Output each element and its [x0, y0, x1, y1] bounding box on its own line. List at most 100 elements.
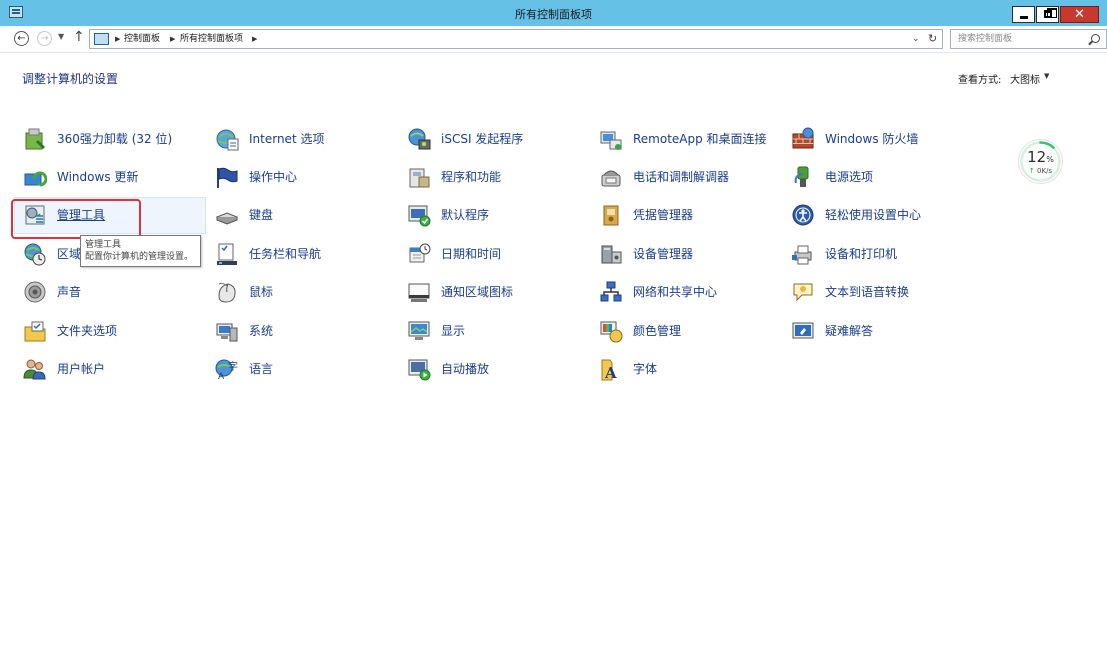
notification-icon	[407, 280, 431, 304]
control-panel-item-label: 颜色管理	[633, 324, 682, 338]
title-bar[interactable]: 所有控制面板项 ✕	[0, 0, 1107, 26]
search-icon[interactable]	[1091, 34, 1100, 43]
control-panel-item-label: 用户帐户	[57, 362, 106, 376]
control-panel-item[interactable]: 颜色管理	[599, 316, 787, 346]
tooltip-title: 管理工具	[85, 240, 122, 250]
control-panel-item[interactable]: iSCSI 发起程序	[407, 124, 595, 154]
address-field[interactable]: ▶ 控制面板 ▶ 所有控制面板项 ▶ ⌄ ↻	[89, 29, 943, 49]
forward-arrow-icon: →	[40, 33, 49, 44]
svg-text:A: A	[604, 364, 617, 381]
fonts-icon: A	[599, 357, 623, 382]
breadcrumb-separator-icon[interactable]: ▶	[170, 30, 175, 48]
control-panel-item[interactable]: 网络和共享中心	[599, 277, 787, 307]
date-time-icon	[407, 242, 431, 266]
control-panel-item[interactable]: 默认程序	[407, 200, 595, 230]
control-panel-item-label: 设备管理器	[633, 247, 694, 261]
control-panel-item-label: 声音	[57, 285, 82, 299]
control-panel-item-label: Windows 更新	[57, 170, 139, 184]
breadcrumb-separator-icon[interactable]: ▶	[252, 30, 257, 48]
control-panel-item[interactable]: 任务栏和导航	[215, 239, 403, 269]
system-icon	[215, 319, 239, 343]
control-panel-item-label: Windows 防火墙	[825, 132, 919, 146]
control-panel-item[interactable]: 文件夹选项	[23, 316, 211, 346]
control-panel-item[interactable]: 字 A 语言	[215, 354, 403, 384]
control-panel-item[interactable]: 操作中心	[215, 162, 403, 192]
close-button[interactable]: ✕	[1060, 6, 1099, 23]
minimize-button[interactable]	[1012, 6, 1035, 23]
control-panel-item-label: 自动播放	[441, 362, 490, 376]
control-panel-item-label: 键盘	[249, 208, 274, 222]
control-panel-item-label: 轻松使用设置中心	[825, 208, 922, 222]
keyboard-icon	[215, 203, 239, 227]
control-panel-item-label: 电源选项	[825, 170, 874, 184]
gauge-percent-unit: %	[1046, 155, 1054, 164]
control-panel-item[interactable]: 键盘	[215, 200, 403, 230]
restore-button[interactable]	[1036, 6, 1059, 23]
breadcrumb-all-items[interactable]: 所有控制面板项	[180, 30, 243, 48]
address-dropdown-button[interactable]: ⌄	[912, 30, 920, 48]
control-panel-window: 所有控制面板项 ✕ ← → ▼ ↑ ▶ 控制面板 ▶ 所有控制面板项 ▶ ⌄ ↻…	[0, 0, 1107, 665]
control-panel-item[interactable]: 电话和调制解调器	[599, 162, 787, 192]
view-by-dropdown[interactable]: 大图标	[1010, 71, 1040, 86]
control-panel-item-label: 语言	[249, 362, 274, 376]
network-icon	[599, 280, 623, 304]
control-panel-item[interactable]: 系统	[215, 316, 403, 346]
recent-locations-dropdown[interactable]: ▼	[58, 32, 64, 41]
phone-icon	[599, 165, 623, 189]
control-panel-item[interactable]: 设备管理器	[599, 239, 787, 269]
chevron-down-icon[interactable]: ▼	[1044, 72, 1049, 80]
control-panel-item[interactable]: 凭据管理器	[599, 200, 787, 230]
control-panel-item-label: 文件夹选项	[57, 324, 118, 338]
search-input[interactable]	[951, 30, 1086, 48]
breadcrumb-control-panel[interactable]: 控制面板	[124, 30, 160, 48]
speaker-icon	[23, 280, 47, 304]
control-panel-item[interactable]: 显示	[407, 316, 595, 346]
control-panel-item[interactable]: A 字体	[599, 354, 787, 384]
control-panel-item[interactable]: 声音	[23, 277, 211, 307]
control-panel-item-label: RemoteApp 和桌面连接	[633, 132, 767, 146]
ease-of-access-icon	[791, 203, 815, 227]
control-panel-item[interactable]: 自动播放	[407, 354, 595, 384]
network-speed-gauge[interactable]: 12% ↑ 0K/s	[1016, 137, 1065, 186]
svg-text:A: A	[218, 372, 225, 381]
control-panel-item[interactable]: Windows 更新	[23, 162, 211, 192]
remoteapp-icon	[599, 127, 623, 151]
forward-button[interactable]: →	[37, 31, 52, 46]
control-panel-item[interactable]: 程序和功能	[407, 162, 595, 192]
gauge-percent: 12%	[1016, 148, 1065, 166]
control-panel-item[interactable]: 设备和打印机	[791, 239, 979, 269]
firewall-icon	[791, 127, 815, 151]
highlight-box	[11, 199, 141, 239]
tooltip: 管理工具 配置你计算机的管理设置。	[80, 235, 201, 267]
control-panel-item[interactable]: 鼠标	[215, 277, 403, 307]
control-panel-item[interactable]: Windows 防火墙	[791, 124, 979, 154]
up-button[interactable]: ↑	[73, 29, 85, 45]
control-panel-item-label: 程序和功能	[441, 170, 502, 184]
tooltip-description: 配置你计算机的管理设置。	[85, 252, 194, 262]
control-panel-item[interactable]: 文本到语音转换	[791, 277, 979, 307]
power-icon	[791, 165, 815, 189]
window-controls: ✕	[1011, 6, 1099, 24]
control-panel-item[interactable]: RemoteApp 和桌面连接	[599, 124, 787, 154]
control-panel-item[interactable]: 轻松使用设置中心	[791, 200, 979, 230]
control-panel-item-label: 文本到语音转换	[825, 285, 910, 299]
control-panel-item-label: 字体	[633, 362, 658, 376]
refresh-icon[interactable]: ↻	[928, 30, 937, 48]
breadcrumb-separator-icon[interactable]: ▶	[115, 30, 120, 48]
control-panel-item-label: 设备和打印机	[825, 247, 898, 261]
minimize-icon	[1020, 16, 1028, 19]
gauge-percent-value: 12	[1027, 148, 1047, 166]
back-button[interactable]: ←	[14, 31, 29, 46]
windows-update-icon	[23, 165, 48, 189]
device-manager-icon	[599, 242, 623, 266]
control-panel-item[interactable]: 电源选项	[791, 162, 979, 192]
control-panel-item[interactable]: 疑难解答	[791, 316, 979, 346]
control-panel-item-label: 通知区域图标	[441, 285, 514, 299]
control-panel-item[interactable]: Internet 选项	[215, 124, 403, 154]
control-panel-item[interactable]: 360强力卸载 (32 位)	[23, 124, 211, 154]
control-panel-item[interactable]: 用户帐户	[23, 354, 211, 384]
control-panel-item[interactable]: 通知区域图标	[407, 277, 595, 307]
control-panel-item[interactable]: 日期和时间	[407, 239, 595, 269]
search-box[interactable]	[950, 29, 1107, 49]
control-panel-item-label: 任务栏和导航	[249, 247, 322, 261]
